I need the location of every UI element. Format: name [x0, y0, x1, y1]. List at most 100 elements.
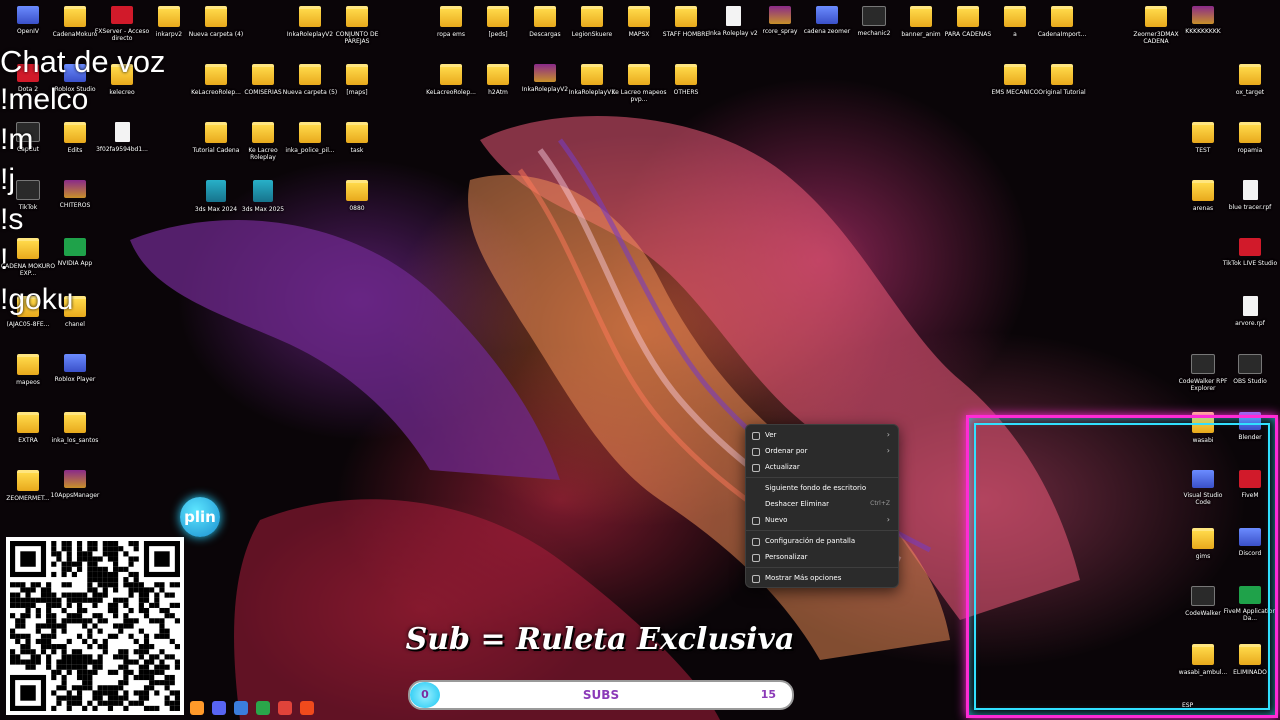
app-icon [206, 180, 226, 202]
menu-item-label: Mostrar Más opciones [765, 574, 842, 582]
folder-icon [64, 6, 86, 27]
folder-icon [581, 6, 603, 27]
desktop-icon[interactable]: blue tracer.rpf [1222, 180, 1278, 211]
new-icon [752, 517, 760, 525]
folder-icon [299, 122, 321, 143]
folder-icon [346, 122, 368, 143]
folder-icon [628, 64, 650, 85]
folder-icon [1239, 64, 1261, 85]
folder-icon [910, 6, 932, 27]
menu-item-nuevo[interactable]: Nuevo › [746, 512, 898, 528]
menu-item-ordenar-por[interactable]: Ordenar por › [746, 443, 898, 459]
app-icon [862, 6, 886, 26]
desktop-icon-label: task [350, 147, 364, 154]
menu-item-siguiente-fondo[interactable]: Siguiente fondo de escritorio [746, 480, 898, 496]
chevron-right-icon: › [886, 430, 890, 439]
chat-command: !m [0, 123, 34, 156]
menu-item-deshacer-eliminar[interactable]: Deshacer Eliminar Ctrl+Z [746, 496, 898, 512]
desktop-icon[interactable]: Nueva carpeta (4) [188, 6, 244, 38]
brush-icon [752, 554, 760, 562]
folder-icon [158, 6, 180, 27]
desktop-icon-label: OTHERS [673, 89, 699, 96]
folder-icon [1192, 180, 1214, 201]
app-icon [111, 6, 133, 24]
chat-command: !s [0, 203, 24, 236]
app-icon [1238, 354, 1262, 374]
desktop-icon[interactable]: 0880 [329, 180, 385, 212]
desktop-icon[interactable]: inka_los_santos [47, 412, 103, 444]
menu-item-personalizar[interactable]: Personalizar [746, 549, 898, 565]
desktop-icon-label: Nueva carpeta (4) [188, 31, 244, 38]
menu-item-label: Siguiente fondo de escritorio [765, 484, 867, 492]
folder-icon [205, 6, 227, 27]
desktop-icon[interactable]: arvore.rpf [1222, 296, 1278, 327]
app-icon [17, 6, 39, 24]
desktop-icon[interactable]: 10AppsManager [47, 470, 103, 499]
app-icon [816, 6, 838, 24]
app-icon[interactable] [234, 701, 248, 715]
desktop-icon-label: chanel [65, 321, 85, 328]
chat-command: !melco [0, 83, 89, 116]
desktop-icon[interactable]: Roblox Player [47, 354, 103, 383]
discord-icon[interactable] [212, 701, 226, 715]
desktop-icon[interactable]: ox_target [1222, 64, 1278, 96]
folder-icon [346, 6, 368, 27]
language-indicator[interactable]: ESP [1182, 702, 1193, 709]
view-icon [752, 432, 760, 440]
desktop-icon-label: Original Tutorial [1038, 89, 1086, 96]
folder-icon [252, 64, 274, 85]
folder-icon [205, 64, 227, 85]
brave-icon[interactable] [300, 701, 314, 715]
app-icon[interactable] [190, 701, 204, 715]
desktop-icon[interactable]: CadenaImport... [1034, 6, 1090, 38]
desktop-icon-label: 0880 [349, 205, 365, 212]
folder-icon [1051, 6, 1073, 27]
menu-item-label: Configuración de pantalla [765, 537, 856, 545]
folder-icon [440, 64, 462, 85]
file-icon [1242, 180, 1258, 200]
chrome-icon[interactable] [278, 701, 292, 715]
folder-icon [675, 64, 697, 85]
app-icon[interactable] [256, 701, 270, 715]
folder-icon [1051, 64, 1073, 85]
folder-icon [675, 6, 697, 27]
desktop-icon-label: [maps] [346, 89, 368, 96]
desktop-context-menu: Ver › Ordenar por › Actualizar Siguiente… [745, 424, 899, 588]
desktop-icon[interactable]: ropamia [1222, 122, 1278, 154]
desktop-icon[interactable]: KKKKKKKKK [1175, 6, 1231, 35]
refresh-icon [752, 464, 760, 472]
app-icon [253, 180, 273, 202]
desktop-icon[interactable]: OTHERS [658, 64, 714, 96]
folder-icon [1004, 64, 1026, 85]
menu-item-ver[interactable]: Ver › [746, 427, 898, 443]
desktop-icon[interactable]: task [329, 122, 385, 154]
subscription-goal-title: Sub = Ruleta Exclusiva [405, 622, 795, 657]
folder-icon [299, 64, 321, 85]
menu-item-configuracion-pantalla[interactable]: Configuración de pantalla [746, 533, 898, 549]
desktop-icon[interactable]: TikTok LIVE Studio [1222, 238, 1278, 267]
desktop-icon[interactable]: Original Tutorial [1034, 64, 1090, 96]
desktop-icon-label: ox_target [1235, 89, 1265, 96]
folder-icon [581, 64, 603, 85]
chat-command: ! [0, 243, 9, 276]
desktop-icon-label: TikTok LIVE Studio [1222, 260, 1278, 267]
chat-command: !j [0, 163, 15, 196]
folder-icon [346, 64, 368, 85]
desktop-icon[interactable]: 3ds Max 2025 [235, 180, 291, 213]
menu-item-label: Ver [765, 431, 777, 439]
menu-item-label: Actualizar [765, 463, 800, 471]
file-icon [725, 6, 741, 26]
desktop-icon[interactable]: [maps] [329, 64, 385, 96]
menu-item-label: Nuevo [765, 516, 788, 524]
taskbar [186, 698, 966, 718]
desktop-icon[interactable]: OBS Studio [1222, 354, 1278, 385]
plin-badge: plin [180, 497, 220, 537]
menu-item-mostrar-mas-opciones[interactable]: Mostrar Más opciones [746, 570, 898, 586]
desktop-icon[interactable]: CONJUNTO DE PAREJAS [329, 6, 385, 45]
folder-icon [440, 6, 462, 27]
desktop-icon-label: CadenaImport... [1037, 31, 1087, 38]
chevron-right-icon: › [886, 446, 890, 455]
folder-icon [1192, 122, 1214, 143]
folder-icon [17, 470, 39, 491]
menu-item-actualizar[interactable]: Actualizar [746, 459, 898, 475]
